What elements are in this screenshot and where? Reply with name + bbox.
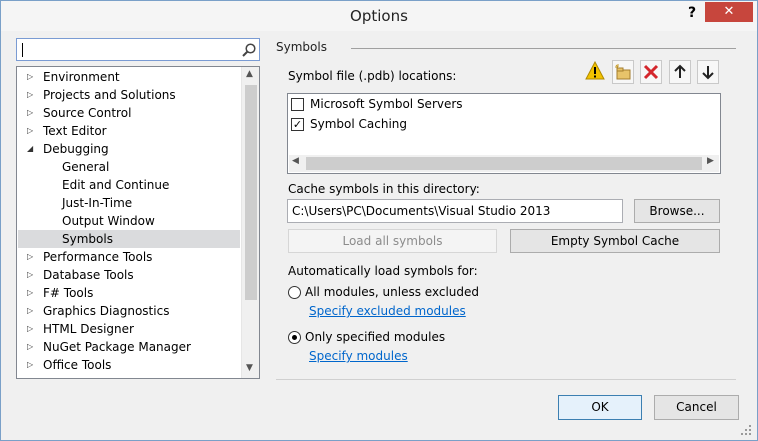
tree-item-symbols[interactable]: Symbols xyxy=(18,230,240,248)
search-icon[interactable] xyxy=(241,42,257,58)
empty-symbol-cache-button[interactable]: Empty Symbol Cache xyxy=(510,229,720,253)
tree-item-f-tools[interactable]: ▷ F# Tools xyxy=(18,284,240,302)
warning-icon xyxy=(585,61,605,80)
radio-label: Only specified modules xyxy=(305,330,446,344)
tree-item-label: Source Control xyxy=(43,106,132,120)
expand-icon[interactable]: ▷ xyxy=(27,284,33,302)
scroll-thumb[interactable] xyxy=(306,157,702,170)
scroll-thumb[interactable] xyxy=(245,85,257,300)
expand-icon[interactable]: ▷ xyxy=(27,266,33,284)
tree-item-label: NuGet Package Manager xyxy=(43,340,191,354)
browse-button[interactable]: Browse... xyxy=(634,199,720,223)
new-folder-icon xyxy=(615,64,631,80)
ok-button[interactable]: OK xyxy=(558,395,642,420)
tree-item-label: Edit and Continue xyxy=(62,178,170,192)
tree-item-label: Debugging xyxy=(43,142,109,156)
options-tree[interactable]: ▷ Environment ▷ Projects and Solutions ▷ Sour… xyxy=(16,66,260,379)
tree-item-label: Graphics Diagnostics xyxy=(43,304,170,318)
footer-divider xyxy=(276,379,736,380)
group-divider xyxy=(351,48,736,49)
expand-icon[interactable]: ▷ xyxy=(27,248,33,266)
scroll-left-icon[interactable]: ◀ xyxy=(292,156,299,166)
expand-icon[interactable]: ▷ xyxy=(27,302,33,320)
expand-icon[interactable]: ▷ xyxy=(27,68,33,86)
close-button[interactable]: ✕ xyxy=(705,2,753,22)
locations-horizontal-scrollbar[interactable]: ◀ ▶ xyxy=(289,155,719,172)
specify-modules-link[interactable]: Specify modules xyxy=(309,349,408,363)
tree-item-office-tools[interactable]: ▷ Office Tools xyxy=(18,356,240,374)
tree-item-label: Database Tools xyxy=(43,268,134,282)
help-button[interactable]: ? xyxy=(684,5,700,25)
scroll-up-icon[interactable]: ▲ xyxy=(246,69,253,79)
tree-item-environment[interactable]: ▷ Environment xyxy=(18,68,240,86)
tree-item-edit-and-continue[interactable]: Edit and Continue xyxy=(18,176,240,194)
tree-item-source-control[interactable]: ▷ Source Control xyxy=(18,104,240,122)
tree-item-debugging[interactable]: ◢ Debugging xyxy=(18,140,240,158)
tree-item-label: Office Tools xyxy=(43,358,112,372)
tree-item-nuget-package-manager[interactable]: ▷ NuGet Package Manager xyxy=(18,338,240,356)
tree-item-label: Output Window xyxy=(62,214,155,228)
tree-item-label: General xyxy=(62,160,110,174)
tree-item-just-in-time[interactable]: Just-In-Time xyxy=(18,194,240,212)
specify-excluded-modules-link[interactable]: Specify excluded modules xyxy=(309,304,466,318)
expand-icon[interactable]: ▷ xyxy=(27,356,33,374)
arrow-up-icon xyxy=(674,64,686,78)
tree-item-label: Projects and Solutions xyxy=(43,88,176,102)
tree-item-label: F# Tools xyxy=(43,286,94,300)
tree-item-label: Text Editor xyxy=(43,124,107,138)
resize-grip-icon[interactable] xyxy=(739,423,753,437)
title-bar: Options ? ✕ xyxy=(1,1,757,31)
dialog-title: Options xyxy=(350,7,408,25)
tree-item-html-designer[interactable]: ▷ HTML Designer xyxy=(18,320,240,338)
all-modules-radio[interactable] xyxy=(288,286,301,299)
symbol-caching-checkbox[interactable]: ✓ xyxy=(291,118,304,131)
tree-vertical-scrollbar[interactable]: ▲ ▼ xyxy=(241,67,259,378)
load-all-symbols-button[interactable]: Load all symbols xyxy=(288,229,497,253)
tree-item-database-tools[interactable]: ▷ Database Tools xyxy=(18,266,240,284)
auto-load-label: Automatically load symbols for: xyxy=(288,264,478,278)
tree-item-performance-tools[interactable]: ▷ Performance Tools xyxy=(18,248,240,266)
tree-item-label: Environment xyxy=(43,70,120,84)
expand-icon[interactable]: ▷ xyxy=(27,122,33,140)
options-search-input[interactable] xyxy=(16,38,260,61)
cache-directory-input[interactable]: C:\Users\PC\Documents\Visual Studio 2013 xyxy=(287,199,623,223)
radio-label: All modules, unless excluded xyxy=(305,285,480,299)
tree-item-output-window[interactable]: Output Window xyxy=(18,212,240,230)
delete-icon xyxy=(643,64,659,80)
tree-item-label: Just-In-Time xyxy=(62,196,133,210)
only-specified-modules-radio[interactable] xyxy=(288,331,301,344)
tree-item-label: Symbols xyxy=(62,232,113,246)
expand-icon[interactable]: ▷ xyxy=(27,338,33,356)
symbol-locations-list[interactable]: Microsoft Symbol Servers ✓ Symbol Cachin… xyxy=(287,93,721,174)
delete-location-button[interactable] xyxy=(640,60,662,84)
symbols-group-label: Symbols xyxy=(276,40,327,54)
scroll-down-icon[interactable]: ▼ xyxy=(246,363,253,373)
tree-item-graphics-diagnostics[interactable]: ▷ Graphics Diagnostics xyxy=(18,302,240,320)
microsoft-symbol-servers-checkbox[interactable] xyxy=(291,98,304,111)
tree-item-general[interactable]: General xyxy=(18,158,240,176)
expand-icon[interactable]: ▷ xyxy=(27,320,33,338)
collapse-icon[interactable]: ◢ xyxy=(27,140,33,158)
symbol-locations-label: Symbol file (.pdb) locations: xyxy=(288,69,457,83)
text-caret xyxy=(22,43,23,57)
tree-item-text-editor[interactable]: ▷ Text Editor xyxy=(18,122,240,140)
cache-directory-label: Cache symbols in this directory: xyxy=(288,182,480,196)
expand-icon[interactable]: ▷ xyxy=(27,86,33,104)
move-up-button[interactable] xyxy=(669,60,691,84)
options-dialog: Options ? ✕ ▷ Environment ▷ Projects and So… xyxy=(0,0,758,441)
expand-icon[interactable]: ▷ xyxy=(27,104,33,122)
tree-item-label: HTML Designer xyxy=(43,322,134,336)
location-label: Symbol Caching xyxy=(310,117,408,131)
move-down-button[interactable] xyxy=(697,60,719,84)
scroll-right-icon[interactable]: ▶ xyxy=(707,156,714,166)
cancel-button[interactable]: Cancel xyxy=(654,395,739,420)
tree-item-label: Performance Tools xyxy=(43,250,153,264)
new-location-button[interactable] xyxy=(612,60,634,84)
tree-item-projects-and-solutions[interactable]: ▷ Projects and Solutions xyxy=(18,86,240,104)
arrow-down-icon xyxy=(702,66,714,80)
location-label: Microsoft Symbol Servers xyxy=(310,97,463,111)
